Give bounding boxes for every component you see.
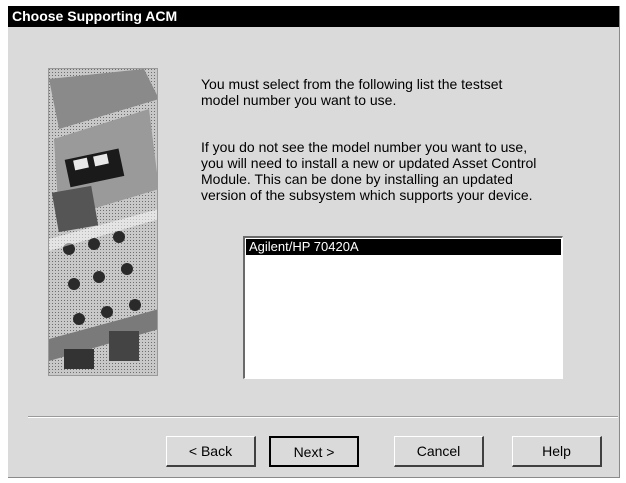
- instruction-text-select: You must select from the following list …: [201, 76, 503, 108]
- separator: [28, 416, 618, 418]
- cancel-button[interactable]: Cancel: [394, 436, 484, 467]
- test-equipment-image: [48, 68, 158, 376]
- dialog-title: Choose Supporting ACM: [8, 6, 619, 27]
- acm-model-listbox[interactable]: Agilent/HP 70420A: [243, 236, 563, 379]
- back-button[interactable]: < Back: [166, 436, 256, 467]
- help-button[interactable]: Help: [512, 436, 602, 467]
- list-item[interactable]: Agilent/HP 70420A: [246, 239, 561, 255]
- next-button[interactable]: Next >: [269, 436, 359, 467]
- choose-acm-dialog: Choose Supporting ACM You must select fr…: [8, 6, 620, 478]
- instruction-text-install: If you do not see the model number you w…: [201, 139, 537, 203]
